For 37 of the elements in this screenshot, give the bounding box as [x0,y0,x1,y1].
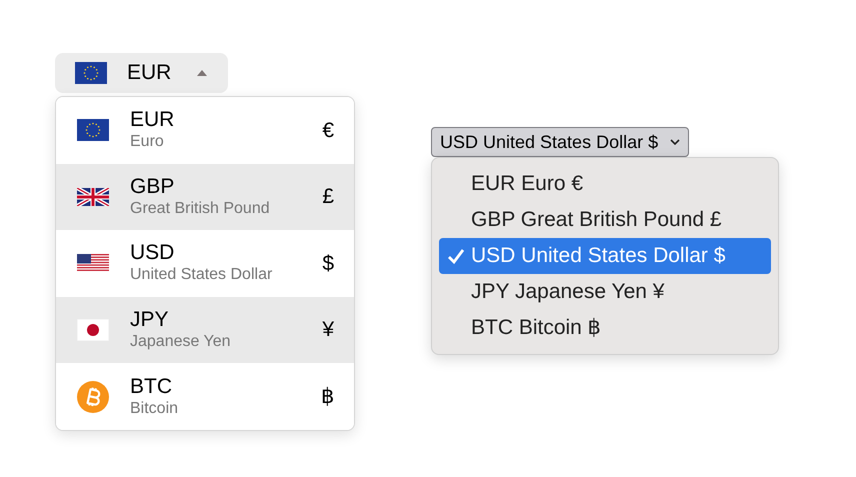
flag-icon [77,119,109,142]
currency-name: Euro [130,132,165,152]
select-value: USD United States Dollar $ [440,130,658,154]
currency-symbol: ฿ [321,384,334,410]
select-option[interactable]: JPY Japanese Yen ¥ [439,274,771,310]
currency-code: EUR [130,108,174,132]
currency-name: Bitcoin [130,398,178,419]
currency-code: GBP [130,174,176,199]
currency-option[interactable]: USD United States Dollar $ [56,230,354,297]
currency-symbol: € [322,118,334,144]
currency-select-button[interactable]: EUR [55,53,228,93]
currency-option[interactable]: GBP Great British Pound £ [56,164,354,230]
currency-option[interactable]: BTC Bitcoin ฿ [56,363,354,430]
flag-icon [77,254,109,272]
select-option[interactable]: BTC Bitcoin ฿ [439,310,771,346]
flag-icon [77,319,109,342]
currency-symbol: £ [322,184,334,210]
currency-code: USD [130,241,176,266]
flag-icon [77,188,109,206]
checkmark-icon [447,247,465,265]
currency-code: BTC [130,374,173,399]
currency-symbol: ¥ [322,317,334,344]
bitcoin-icon [77,380,109,413]
currency-symbol: $ [322,250,334,277]
select-option[interactable]: EUR Euro € [439,166,771,202]
currency-name: Japanese Yen [130,332,231,352]
currency-option[interactable]: EUR Euro € [56,97,354,164]
currency-code: JPY [130,308,170,332]
select-option[interactable]: USD United States Dollar $ [439,238,771,274]
select-option[interactable]: GBP Great British Pound £ [439,202,771,238]
currency-name: Great British Pound [130,198,270,219]
selected-code: EUR [127,60,172,86]
chevron-down-icon [670,139,680,145]
native-select[interactable]: USD United States Dollar $ [431,127,690,157]
currency-option[interactable]: JPY Japanese Yen ¥ [56,296,354,364]
currency-name: United States Dollar [130,265,272,286]
flag-icon [75,62,107,84]
